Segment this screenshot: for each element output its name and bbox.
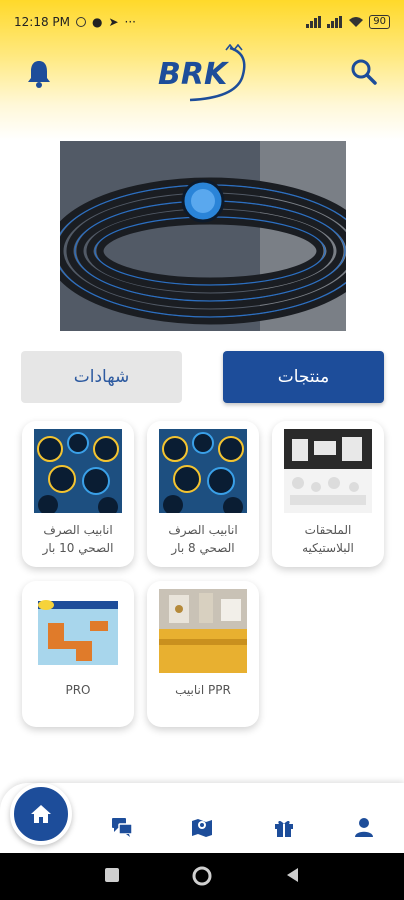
product-title: PRO [65,683,91,697]
status-more: ··· [124,15,136,29]
telegram-icon: ➤ [108,15,119,29]
whatsapp-icon: ● [92,15,103,29]
notification-icon [76,17,86,27]
status-bar: 12:18 PM ● ➤ ··· 90 [0,0,404,44]
product-card-sewer-8-bar[interactable]: انابيب الصرف الصحي 8 بار [147,421,259,567]
product-card-sewer-10-bar[interactable]: انابيب الصرف الصحي 10 بار [22,421,134,567]
logo-text: BRK [158,57,230,92]
home-button-icon[interactable] [191,865,213,887]
tab-products[interactable]: منتجات [223,351,384,403]
product-title: PPR انابيب [175,683,231,697]
chat-icon[interactable] [110,815,134,839]
bell-icon[interactable] [26,58,52,88]
status-time: 12:18 PM [14,15,70,29]
nav-home[interactable] [10,783,72,845]
app-header: BRK [0,44,404,104]
banner-image [60,141,346,331]
home-icon [31,805,51,823]
back-icon[interactable] [283,865,303,885]
product-image [284,429,372,513]
signal-icon-2 [327,16,343,28]
signal-icon [306,16,322,28]
product-card-plastic-fittings[interactable]: الملحقات البلاستيكيه [272,421,384,567]
system-navigation-bar [0,853,404,900]
map-icon[interactable] [190,815,214,839]
product-title: انابيب الصرف الصحي 10 بار [42,523,114,555]
product-card-ppr-pipes[interactable]: PPR انابيب [147,581,259,727]
product-image [34,429,122,513]
search-icon[interactable] [350,58,378,86]
product-image [159,429,247,513]
brk-logo: BRK [158,44,246,102]
profile-icon[interactable] [352,815,376,839]
product-image [34,589,122,673]
product-image [159,589,247,673]
tab-certificates[interactable]: شهادات [21,351,182,403]
battery-indicator: 90 [369,15,390,29]
product-card-pro[interactable]: PRO [22,581,134,727]
product-title: الملحقات البلاستيكيه [302,523,354,555]
wifi-icon [349,17,364,27]
gift-icon[interactable] [272,815,296,839]
product-title: انابيب الصرف الصحي 8 بار [168,523,238,555]
recents-icon[interactable] [102,865,122,885]
